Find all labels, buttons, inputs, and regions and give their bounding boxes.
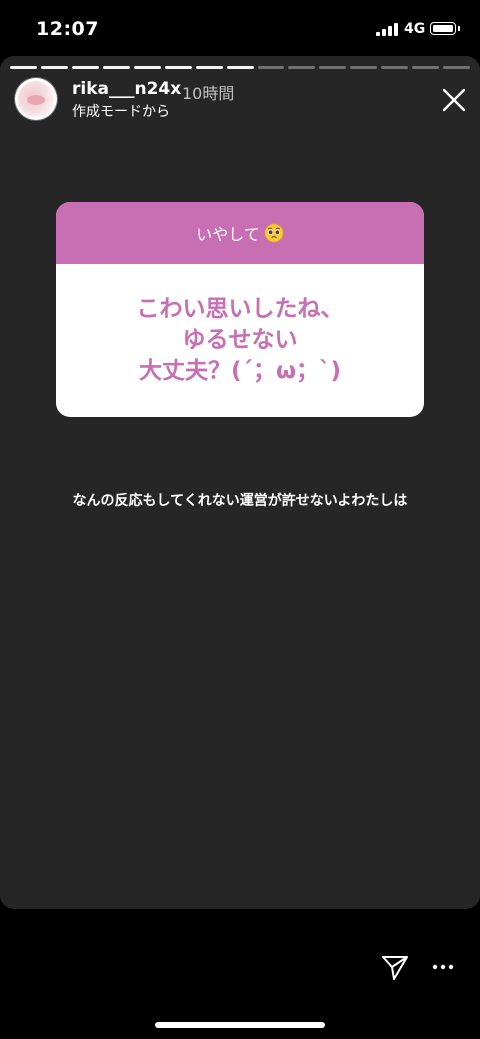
question-prompt: いやして <box>196 225 260 244</box>
progress-segment <box>40 66 68 69</box>
close-icon[interactable] <box>440 86 468 114</box>
progress-segment <box>133 66 161 69</box>
signal-icon <box>376 23 398 36</box>
progress-segment <box>319 66 347 69</box>
network-type: 4G <box>404 21 426 37</box>
progress-segment <box>195 66 223 69</box>
progress-segment <box>10 66 37 69</box>
username[interactable]: rika___n24x <box>72 79 181 99</box>
answer-line: こわい思いしたね、 <box>136 296 344 322</box>
progress-segment <box>257 66 285 69</box>
answer-line: ゆるせない <box>182 327 298 353</box>
progress-segment <box>443 66 471 69</box>
progress-segment <box>164 66 192 69</box>
avatar[interactable] <box>15 78 57 120</box>
time-ago: 10時間 <box>182 84 235 103</box>
progress-segment <box>350 66 378 69</box>
story-subtitle[interactable]: 作成モードから <box>72 101 170 121</box>
pleading-face-emoji-icon <box>264 223 284 243</box>
home-indicator[interactable] <box>155 1022 325 1028</box>
more-icon[interactable] <box>432 960 454 974</box>
question-sticker: いやして こわい思いしたね、 ゆるせない 大丈夫？(´；ω；`) <box>56 202 424 417</box>
story-progress-bar <box>10 66 471 69</box>
send-icon[interactable] <box>380 952 410 982</box>
progress-segment <box>412 66 440 69</box>
story-view[interactable]: rika___n24x 10時間 作成モードから いやして こわい思いしたね、 … <box>0 56 480 909</box>
answer-area: こわい思いしたね、 ゆるせない 大丈夫？(´；ω；`) <box>56 264 424 417</box>
answer-line: 大丈夫？(´；ω；`) <box>138 358 341 384</box>
progress-segment <box>102 66 130 69</box>
progress-segment <box>381 66 409 69</box>
story-caption: なんの反応もしてくれない運営が許せないよわたしは <box>72 493 408 509</box>
question-header: いやして <box>56 202 424 264</box>
progress-segment <box>288 66 316 69</box>
progress-segment <box>226 66 254 69</box>
status-time: 12:07 <box>36 18 99 40</box>
battery-icon <box>430 22 460 35</box>
status-bar: 12:07 4G <box>0 0 480 56</box>
progress-segment <box>71 66 99 69</box>
